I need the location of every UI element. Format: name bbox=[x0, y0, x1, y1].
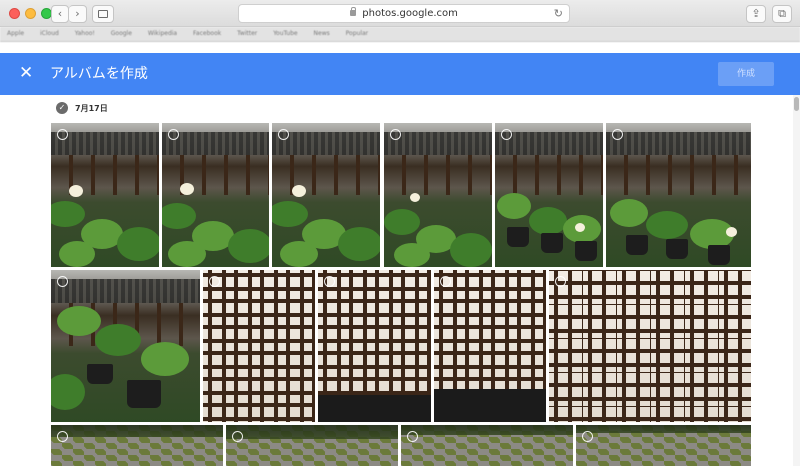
bookmark-item[interactable]: Yahoo! bbox=[75, 30, 95, 37]
select-circle-icon[interactable] bbox=[57, 129, 68, 140]
url-text: photos.google.com bbox=[362, 8, 458, 19]
select-circle-icon[interactable] bbox=[555, 276, 566, 287]
minimize-window-button[interactable] bbox=[25, 8, 36, 19]
photo-thumbnail[interactable] bbox=[606, 123, 751, 267]
date-label: 7月17日 bbox=[75, 104, 108, 113]
photo-thumbnail[interactable] bbox=[549, 270, 751, 422]
sidebar-button[interactable] bbox=[92, 5, 114, 23]
share-button[interactable]: ⇪ bbox=[746, 5, 766, 23]
bookmark-item[interactable]: Wikipedia bbox=[148, 30, 177, 37]
close-window-button[interactable] bbox=[9, 8, 20, 19]
photo-thumbnail[interactable] bbox=[162, 123, 269, 267]
page-title: アルバムを作成 bbox=[50, 66, 148, 82]
photo-thumbnail[interactable] bbox=[434, 270, 546, 422]
select-circle-icon[interactable] bbox=[407, 431, 418, 442]
photo-thumbnail[interactable] bbox=[51, 425, 223, 466]
select-circle-icon[interactable] bbox=[57, 431, 68, 442]
photo-thumbnail[interactable] bbox=[384, 123, 492, 267]
photo-thumbnail[interactable] bbox=[495, 123, 603, 267]
select-circle-icon[interactable] bbox=[209, 276, 220, 287]
browser-titlebar: ‹ › photos.google.com ↻ ⇪ ⧉ bbox=[0, 0, 800, 27]
select-date-checkbox[interactable]: ✓ bbox=[56, 102, 68, 114]
scrollbar[interactable] bbox=[793, 95, 800, 466]
create-album-header: ✕ アルバムを作成 作成 bbox=[0, 53, 800, 95]
photo-thumbnail[interactable] bbox=[576, 425, 751, 466]
bookmark-item[interactable]: Facebook bbox=[193, 30, 221, 37]
bookmark-item[interactable]: Twitter bbox=[237, 30, 257, 37]
select-circle-icon[interactable] bbox=[57, 276, 68, 287]
bookmark-item[interactable]: iCloud bbox=[40, 30, 59, 37]
photo-thumbnail[interactable] bbox=[401, 425, 573, 466]
select-circle-icon[interactable] bbox=[582, 431, 593, 442]
forward-button[interactable]: › bbox=[69, 5, 87, 23]
bookmarks-bar: Apple iCloud Yahoo! Google Wikipedia Fac… bbox=[0, 27, 800, 42]
select-circle-icon[interactable] bbox=[390, 129, 401, 140]
photo-thumbnail[interactable] bbox=[51, 270, 200, 422]
photo-thumbnail[interactable] bbox=[272, 123, 380, 267]
back-button[interactable]: ‹ bbox=[51, 5, 69, 23]
photo-thumbnail[interactable] bbox=[318, 270, 431, 422]
select-circle-icon[interactable] bbox=[612, 129, 623, 140]
tabs-button[interactable]: ⧉ bbox=[772, 5, 792, 23]
lock-icon bbox=[350, 7, 357, 16]
photo-thumbnail[interactable] bbox=[51, 123, 159, 267]
select-circle-icon[interactable] bbox=[440, 276, 451, 287]
page-top-gap bbox=[0, 43, 800, 53]
create-button[interactable]: 作成 bbox=[718, 62, 774, 86]
bookmark-item[interactable]: News bbox=[314, 30, 330, 37]
select-circle-icon[interactable] bbox=[278, 129, 289, 140]
chevron-left-icon: ‹ bbox=[57, 7, 63, 20]
reload-icon[interactable]: ↻ bbox=[554, 5, 563, 22]
bookmark-item[interactable]: Apple bbox=[7, 30, 24, 37]
select-circle-icon[interactable] bbox=[501, 129, 512, 140]
chevron-right-icon: › bbox=[75, 7, 80, 20]
scrollbar-thumb[interactable] bbox=[794, 97, 799, 111]
photo-thumbnail[interactable] bbox=[203, 270, 315, 422]
select-circle-icon[interactable] bbox=[168, 129, 179, 140]
close-icon[interactable]: ✕ bbox=[19, 64, 33, 82]
share-icon: ⇪ bbox=[751, 7, 761, 20]
bookmark-item[interactable]: Popular bbox=[346, 30, 369, 37]
bookmark-item[interactable]: YouTube bbox=[273, 30, 297, 37]
sidebar-icon bbox=[98, 10, 108, 18]
select-circle-icon[interactable] bbox=[232, 431, 243, 442]
select-circle-icon[interactable] bbox=[324, 276, 335, 287]
address-bar[interactable]: photos.google.com ↻ bbox=[238, 4, 570, 23]
bookmark-item[interactable]: Google bbox=[111, 30, 132, 37]
photo-thumbnail[interactable] bbox=[226, 425, 398, 466]
tabs-icon: ⧉ bbox=[778, 7, 786, 20]
